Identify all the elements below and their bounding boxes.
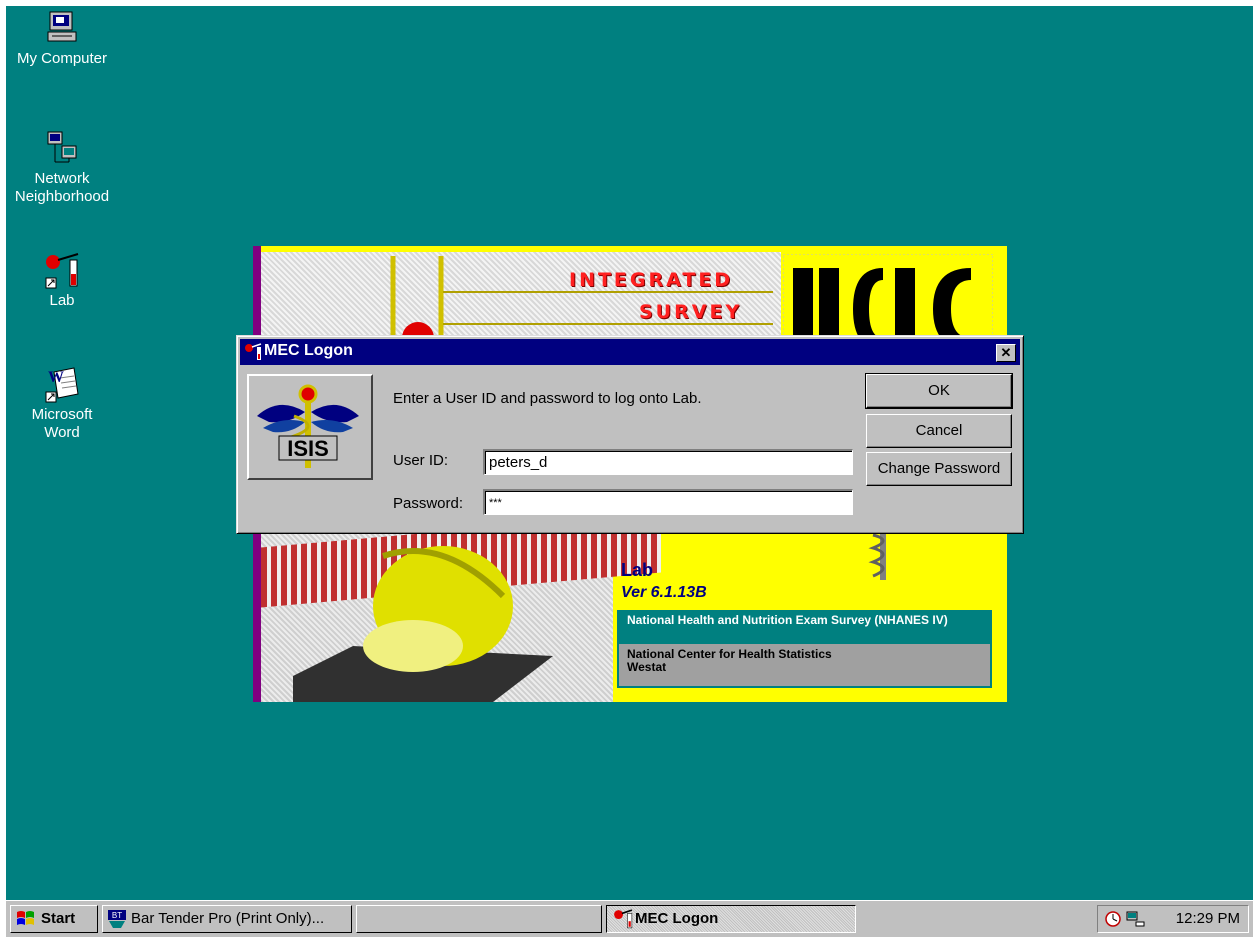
splash-statue-graphic <box>293 546 553 702</box>
desktop-icon-my-computer[interactable]: My Computer <box>6 10 118 68</box>
splash-app-name: Lab <box>621 560 654 580</box>
scheduler-icon[interactable] <box>1104 910 1122 928</box>
taskbar-item-blank[interactable] <box>356 905 602 933</box>
logon-dialog: MEC Logon ✕ ISIS Enter a User ID and pas… <box>236 335 1024 534</box>
network-icon <box>44 130 80 166</box>
splash-info-company: Westat <box>627 660 667 674</box>
start-label: Start <box>41 910 76 927</box>
taskbar-item-bartender[interactable]: BT Bar Tender Pro (Print Only)... <box>102 905 352 933</box>
taskbar-item-label: Bar Tender Pro (Print Only)... <box>131 910 325 927</box>
splash-title-survey: SURVEY <box>639 301 743 323</box>
desktop-icon-lab[interactable]: Lab <box>6 252 118 310</box>
change-password-button[interactable]: Change Password <box>866 452 1012 486</box>
caduceus-logo-icon: ISIS <box>257 384 359 468</box>
windows-logo-icon <box>17 911 34 925</box>
logo-text: ISIS <box>287 436 329 461</box>
close-button[interactable]: ✕ <box>996 344 1016 362</box>
desktop-icon-network-neighborhood[interactable]: Network Neighborhood <box>6 130 118 206</box>
dialog-title-bar[interactable]: MEC Logon ✕ <box>240 339 1020 365</box>
user-id-label: User ID: <box>393 452 449 469</box>
system-tray: 12:29 PM <box>1097 905 1249 933</box>
word-shortcut-icon: W <box>44 366 80 403</box>
caduceus-icon <box>868 530 886 580</box>
desktop-icon-label: Microsoft Word <box>31 406 93 441</box>
password-label: Password: <box>393 495 464 512</box>
clock[interactable]: 12:29 PM <box>1176 906 1240 932</box>
lab-shortcut-icon <box>44 252 80 289</box>
desktop-icon-label: My Computer <box>16 50 108 67</box>
splash-info-box: National Health and Nutrition Exam Surve… <box>617 610 992 688</box>
computer-icon <box>44 10 80 46</box>
desktop-icon-label: Network Neighborhood <box>14 170 110 205</box>
svg-text:W: W <box>48 369 64 386</box>
logon-prompt: Enter a User ID and password to log onto… <box>393 390 702 407</box>
splash-info-center: National Center for Health Statistics <box>627 647 832 661</box>
isis-logo: ISIS <box>247 374 373 480</box>
taskbar: Start BT Bar Tender Pro (Print Only)... … <box>6 900 1253 937</box>
user-id-input[interactable]: peters_d <box>483 449 853 475</box>
bartender-icon: BT <box>108 910 126 928</box>
taskbar-item-mec-logon[interactable]: MEC Logon <box>606 905 856 933</box>
lab-app-icon <box>614 909 633 929</box>
desktop-icon-label: Lab <box>49 292 75 309</box>
desktop-icon-microsoft-word[interactable]: W Microsoft Word <box>6 366 118 442</box>
svg-text:BT: BT <box>112 911 122 920</box>
splash-title-integrated: INTEGRATED <box>569 269 734 291</box>
start-button[interactable]: Start <box>10 905 98 933</box>
ok-button[interactable]: OK <box>865 373 1013 409</box>
network-status-icon[interactable] <box>1126 910 1146 928</box>
cancel-button[interactable]: Cancel <box>866 414 1012 448</box>
splash-version: Ver 6.1.13B <box>621 584 707 601</box>
dialog-title: MEC Logon <box>264 342 353 359</box>
lab-app-icon <box>245 343 262 360</box>
splash-info-survey: National Health and Nutrition Exam Surve… <box>619 612 990 644</box>
password-input[interactable]: *** <box>483 489 853 515</box>
taskbar-item-label: MEC Logon <box>635 910 719 927</box>
